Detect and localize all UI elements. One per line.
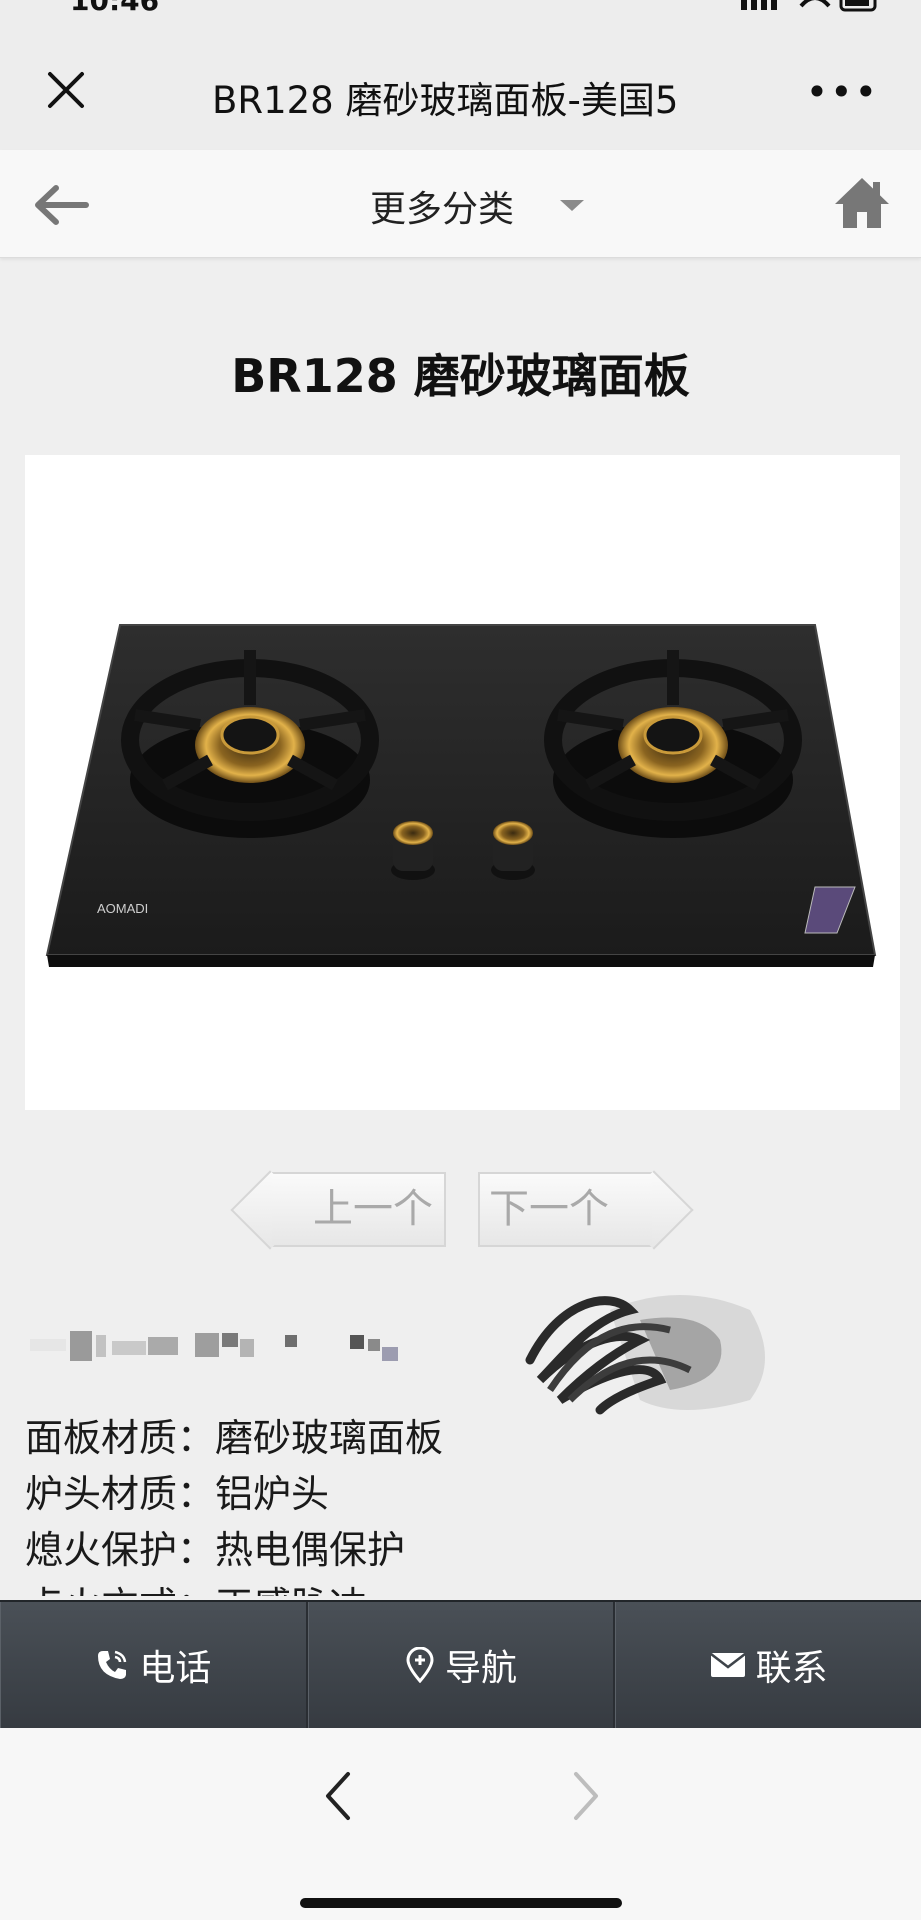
page-title: BR128 磨砂玻璃面板-美国5 xyxy=(212,79,679,122)
wechat-title-bar: BR128 磨砂玻璃面板-美国5 ••• xyxy=(0,30,921,150)
category-dropdown-label[interactable]: 更多分类 xyxy=(370,180,514,232)
spec-key: 面板材质 xyxy=(25,1416,215,1460)
spec-value: 正感脉冲 xyxy=(215,1584,367,1596)
spec-value: 热电偶保护 xyxy=(215,1528,406,1572)
redacted-scribble xyxy=(525,1295,765,1415)
bottom-action-bar: 电话 导航 联系 xyxy=(0,1600,921,1728)
spec-row: 炉头材质铝炉头 xyxy=(25,1466,905,1522)
prev-button[interactable]: 上一个 xyxy=(230,1170,446,1250)
spec-key: 点火方式 xyxy=(25,1584,215,1596)
next-button[interactable]: 下一个 xyxy=(478,1170,694,1250)
spec-key: 熄火保护 xyxy=(25,1528,215,1572)
spec-value: 铝炉头 xyxy=(215,1472,330,1516)
spec-row: 熄火保护热电偶保护 xyxy=(25,1522,905,1578)
category-nav: 更多分类 xyxy=(0,150,921,258)
spec-row: 面板材质磨砂玻璃面板 xyxy=(25,1410,905,1466)
spec-row: 点火方式正感脉冲 xyxy=(25,1578,905,1596)
chevron-right-icon[interactable] xyxy=(566,1768,606,1824)
phone-button-label: 电话 xyxy=(139,1648,212,1689)
prev-button-label: 上一个 xyxy=(313,1186,433,1232)
location-pin-icon xyxy=(406,1647,434,1683)
spec-list: 面板材质磨砂玻璃面板 炉头材质铝炉头 熄火保护热电偶保护 点火方式正感脉冲 xyxy=(25,1410,905,1596)
navigate-button[interactable]: 导航 xyxy=(307,1602,616,1728)
arrow-left-icon[interactable] xyxy=(30,180,92,230)
phone-icon xyxy=(98,1650,127,1679)
contact-button-label: 联系 xyxy=(755,1648,828,1689)
brand-logo-text: AOMADI xyxy=(97,901,148,916)
product-title: BR128 磨砂玻璃面板 xyxy=(231,349,690,403)
envelope-icon xyxy=(709,1653,746,1677)
status-bar: 10:46 xyxy=(0,0,921,30)
status-time: 10:46 xyxy=(70,0,160,17)
chevron-left-icon[interactable] xyxy=(318,1768,358,1824)
system-status-icons xyxy=(741,0,881,26)
caret-down-icon[interactable] xyxy=(560,200,584,211)
contact-button[interactable]: 联系 xyxy=(615,1602,921,1728)
spec-key: 炉头材质 xyxy=(25,1472,215,1516)
close-icon[interactable] xyxy=(44,68,88,112)
phone-button[interactable]: 电话 xyxy=(0,1602,308,1728)
spec-value: 磨砂玻璃面板 xyxy=(215,1416,444,1460)
home-icon[interactable] xyxy=(833,176,891,230)
navigate-button-label: 导航 xyxy=(445,1648,518,1689)
next-button-label: 下一个 xyxy=(489,1186,609,1232)
browser-nav-bar xyxy=(0,1728,921,1920)
more-menu-button[interactable]: ••• xyxy=(806,70,879,114)
product-image: AOMADI xyxy=(25,455,900,1110)
home-indicator[interactable] xyxy=(300,1898,622,1908)
redacted-text xyxy=(30,1331,398,1361)
gas-stove-illustration: AOMADI xyxy=(45,624,877,967)
